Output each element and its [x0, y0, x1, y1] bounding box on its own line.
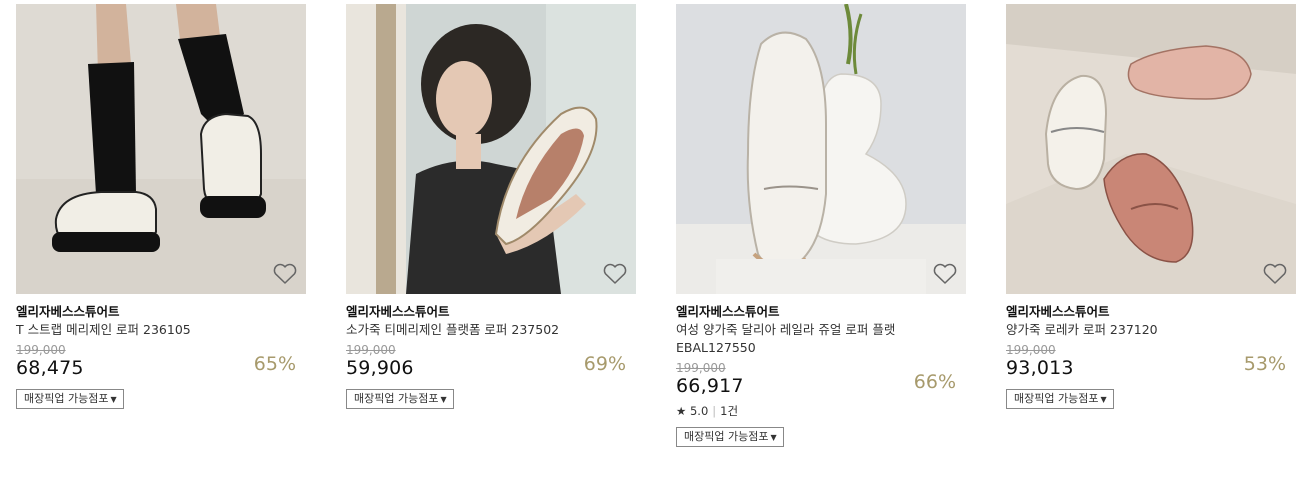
price-block: 199,000 93,013 53% [1006, 344, 1296, 380]
store-pickup-label: 매장픽업 가능점포 [24, 392, 109, 405]
product-title[interactable]: 양가죽 로레카 로퍼 237120 [1006, 321, 1296, 339]
product-photo [1006, 4, 1296, 294]
product-image[interactable] [346, 4, 636, 294]
price-block: 199,000 59,906 69% [346, 344, 636, 380]
product-card[interactable]: 엘리자베스스튜어트 T 스트랩 메리제인 로퍼 236105 199,000 6… [16, 4, 306, 409]
price-block: 199,000 66,917 66% [676, 362, 966, 398]
product-photo [346, 4, 636, 294]
product-photo [16, 4, 306, 294]
heart-icon[interactable] [1262, 262, 1288, 286]
discount-rate: 65% [253, 353, 296, 375]
caret-down-icon: ▼ [1100, 395, 1107, 404]
rating-score: 5.0 [689, 404, 709, 418]
discount-rate: 66% [913, 371, 956, 393]
heart-icon[interactable] [932, 262, 958, 286]
store-pickup-button[interactable]: 매장픽업 가능점포 ▼ [676, 427, 784, 447]
product-grid: 엘리자베스스튜어트 T 스트랩 메리제인 로퍼 236105 199,000 6… [0, 0, 1309, 481]
product-brand[interactable]: 엘리자베스스튜어트 [16, 303, 306, 321]
product-brand[interactable]: 엘리자베스스튜어트 [1006, 303, 1296, 321]
product-image[interactable] [1006, 4, 1296, 294]
store-pickup-label: 매장픽업 가능점포 [354, 392, 439, 405]
product-card[interactable]: 엘리자베스스튜어트 여성 양가죽 달리아 레일라 쥬얼 로퍼 플랫 EBAL12… [676, 4, 966, 447]
heart-icon[interactable] [602, 262, 628, 286]
review-count[interactable]: 1건 [720, 404, 738, 418]
caret-down-icon: ▼ [770, 433, 777, 442]
caret-down-icon: ▼ [440, 395, 447, 404]
product-title[interactable]: 소가죽 티메리제인 플랫폼 로퍼 237502 [346, 321, 636, 339]
price-block: 199,000 68,475 65% [16, 344, 306, 380]
product-card[interactable]: 엘리자베스스튜어트 소가죽 티메리제인 플랫폼 로퍼 237502 199,00… [346, 4, 636, 409]
store-pickup-button[interactable]: 매장픽업 가능점포 ▼ [346, 389, 454, 409]
caret-down-icon: ▼ [110, 395, 117, 404]
store-pickup-button[interactable]: 매장픽업 가능점포 ▼ [1006, 389, 1114, 409]
product-title[interactable]: T 스트랩 메리제인 로퍼 236105 [16, 321, 306, 339]
product-photo [676, 4, 966, 294]
rating-summary: ★ 5.0 | 1건 [676, 404, 966, 418]
rating-divider: | [712, 404, 717, 418]
store-pickup-label: 매장픽업 가능점포 [1014, 392, 1099, 405]
product-title[interactable]: 여성 양가죽 달리아 레일라 쥬얼 로퍼 플랫 [676, 321, 966, 339]
heart-icon[interactable] [272, 262, 298, 286]
store-pickup-button[interactable]: 매장픽업 가능점포 ▼ [16, 389, 124, 409]
product-image[interactable] [676, 4, 966, 294]
product-title-line2[interactable]: EBAL127550 [676, 339, 966, 357]
discount-rate: 69% [583, 353, 626, 375]
product-brand[interactable]: 엘리자베스스튜어트 [676, 303, 966, 321]
discount-rate: 53% [1243, 353, 1286, 375]
product-card[interactable]: 엘리자베스스튜어트 양가죽 로레카 로퍼 237120 199,000 93,0… [1006, 4, 1296, 409]
product-brand[interactable]: 엘리자베스스튜어트 [346, 303, 636, 321]
star-icon: ★ [676, 404, 687, 418]
product-image[interactable] [16, 4, 306, 294]
store-pickup-label: 매장픽업 가능점포 [684, 430, 769, 443]
